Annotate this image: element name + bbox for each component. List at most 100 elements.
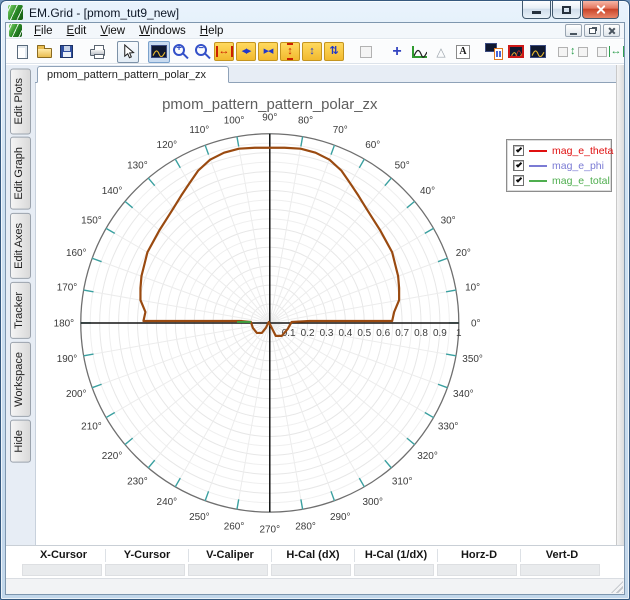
legend-line-sample xyxy=(529,179,547,182)
svg-text:170°: 170° xyxy=(57,283,78,294)
empty-box-icon xyxy=(360,45,372,58)
tab-pmom-pattern-pattern-polar-zx[interactable]: pmom_pattern_pattern_polar_zx xyxy=(37,66,229,83)
table-header-h-cal-1-dx-: H-Cal (1/dX) xyxy=(354,549,437,562)
mdi-close-button[interactable] xyxy=(603,24,620,37)
open-file-button[interactable] xyxy=(33,41,55,63)
h-scale-button[interactable]: ↔ xyxy=(214,42,234,61)
svg-text:40°: 40° xyxy=(420,186,435,197)
mdi-document-icon[interactable] xyxy=(9,24,22,37)
close-icon xyxy=(595,4,606,15)
menu-help[interactable]: Help xyxy=(193,25,231,37)
mdi-buttons xyxy=(565,24,620,37)
h-fit-arrows-icon: ↔ xyxy=(608,45,624,57)
table-value-cell xyxy=(271,564,351,576)
svg-text:60°: 60° xyxy=(365,140,380,151)
menu-view[interactable]: View xyxy=(93,25,132,37)
legend-checkbox-mag_e_phi[interactable] xyxy=(513,160,524,171)
empty-box-icon xyxy=(596,46,607,57)
menu-file[interactable]: File xyxy=(27,25,60,37)
app-logo-icon[interactable] xyxy=(8,5,23,20)
table-header-x-cursor: X-Cursor xyxy=(39,549,88,561)
legend-line-sample xyxy=(529,149,547,152)
svg-text:160°: 160° xyxy=(66,248,87,259)
v-scale-button[interactable]: ↕ xyxy=(280,42,300,61)
sidebar-tab-edit-plots[interactable]: Edit Plots xyxy=(10,68,31,135)
menu-bar: File Edit View Windows Help xyxy=(6,23,624,39)
svg-text:0.8: 0.8 xyxy=(414,328,428,339)
title-bar[interactable]: EM.Grid - [pmom_tut9_new] xyxy=(8,1,623,21)
print-button[interactable] xyxy=(86,41,108,63)
table-header-y-cursor: Y-Cursor xyxy=(105,549,188,562)
v-fit-group-button[interactable]: ↕ xyxy=(558,41,588,63)
client-area: File Edit View Windows Help + − ↔ ◀▶ ▶◀ ↕ xyxy=(5,22,625,595)
h-fit-group-button[interactable]: ↔ xyxy=(596,41,625,63)
sidebar-tab-tracker[interactable]: Tracker xyxy=(10,281,31,339)
legend-entry-mag_e_theta: mag_e_theta xyxy=(513,145,613,157)
table-header-v-caliper: V-Caliper xyxy=(188,549,271,562)
pointer-select-button[interactable] xyxy=(117,40,139,63)
printer-icon xyxy=(89,45,105,59)
zoom-out-button[interactable]: − xyxy=(192,41,214,63)
mdi-restore-button[interactable] xyxy=(584,24,601,37)
legend-label: mag_e_phi xyxy=(552,159,604,172)
h-shrink-icon: ▶◀ xyxy=(263,48,274,55)
table-header-vert-d: Vert-D xyxy=(520,549,603,562)
sidebar-tab-workspace[interactable]: Workspace xyxy=(10,341,31,417)
marker-button[interactable]: + xyxy=(386,41,408,63)
svg-text:340°: 340° xyxy=(453,389,474,400)
svg-text:70°: 70° xyxy=(333,125,348,136)
window-title: EM.Grid - [pmom_tut9_new] xyxy=(29,5,180,20)
v-expand-button[interactable]: ↕ xyxy=(302,42,322,61)
svg-text:220°: 220° xyxy=(102,451,123,462)
sidebar-tab-edit-graph[interactable]: Edit Graph xyxy=(10,137,31,211)
close-button[interactable] xyxy=(582,1,619,19)
delta-marker-button[interactable]: △ xyxy=(430,41,452,63)
sidebar-tab-panel: Edit Plots Edit Graph Edit Axes Tracker Work… xyxy=(6,65,35,545)
frame-toggle-button[interactable] xyxy=(355,41,377,63)
sidebar-tab-edit-axes[interactable]: Edit Axes xyxy=(10,213,31,279)
legend-checkbox-mag_e_theta[interactable] xyxy=(513,145,524,156)
menu-windows[interactable]: Windows xyxy=(132,25,193,37)
text-annotation-button[interactable]: A xyxy=(452,41,474,63)
svg-text:350°: 350° xyxy=(462,354,483,365)
svg-text:30°: 30° xyxy=(441,215,456,226)
svg-text:120°: 120° xyxy=(157,140,178,151)
graph-style-button[interactable] xyxy=(527,41,549,63)
svg-text:1: 1 xyxy=(456,328,462,339)
resize-grip[interactable] xyxy=(611,581,623,593)
measurement-table: X-Cursor Y-Cursor V-Caliper H-Cal (dX) H-Cal… xyxy=(6,545,624,578)
legend-entry-mag_e_total: mag_e_total xyxy=(513,175,610,187)
table-header-horz-d: Horz-D xyxy=(437,549,520,562)
minimize-button[interactable] xyxy=(522,1,551,19)
legend-label: mag_e_total xyxy=(552,174,610,187)
legend-checkbox-mag_e_total[interactable] xyxy=(513,175,524,186)
curve-axes-button[interactable] xyxy=(408,41,430,63)
h-expand-button[interactable]: ◀▶ xyxy=(236,42,256,61)
document-tab-strip: pmom_pattern_pattern_polar_zx xyxy=(35,65,624,83)
svg-text:190°: 190° xyxy=(57,354,78,365)
plus-marker-icon: + xyxy=(392,42,402,60)
svg-text:210°: 210° xyxy=(81,421,102,432)
v-shrink-button[interactable]: ⇅ xyxy=(324,42,344,61)
new-file-button[interactable] xyxy=(11,41,33,63)
zoom-out-icon: − xyxy=(195,43,207,56)
text-a-icon: A xyxy=(456,44,470,59)
mdi-minimize-button[interactable] xyxy=(565,24,582,37)
dark-plot-icon xyxy=(151,45,167,58)
maximize-icon xyxy=(562,5,571,14)
svg-text:10°: 10° xyxy=(465,283,480,294)
graph-style-selected-button[interactable] xyxy=(505,41,527,63)
h-shrink-button[interactable]: ▶◀ xyxy=(258,42,278,61)
sidebar-tab-hide[interactable]: Hide xyxy=(10,419,31,463)
maximize-button[interactable] xyxy=(552,1,581,19)
zoom-in-button[interactable]: + xyxy=(170,41,192,63)
svg-text:pmom_pattern_pattern_polar_zx: pmom_pattern_pattern_polar_zx xyxy=(162,96,378,113)
menu-edit[interactable]: Edit xyxy=(60,25,94,37)
svg-text:0.7: 0.7 xyxy=(395,328,409,339)
plot-canvas[interactable]: 0.1 0.2 0.3 0.4 0.5 0.6 0.7 0.8 0.9 1 0° 10° 20° 30° 4… xyxy=(35,83,616,545)
graph-display-button[interactable] xyxy=(148,40,170,63)
new-graph-window-button[interactable] xyxy=(483,41,505,63)
svg-text:300°: 300° xyxy=(362,497,383,508)
save-file-button[interactable] xyxy=(55,41,77,63)
legend-line-sample xyxy=(529,164,547,167)
